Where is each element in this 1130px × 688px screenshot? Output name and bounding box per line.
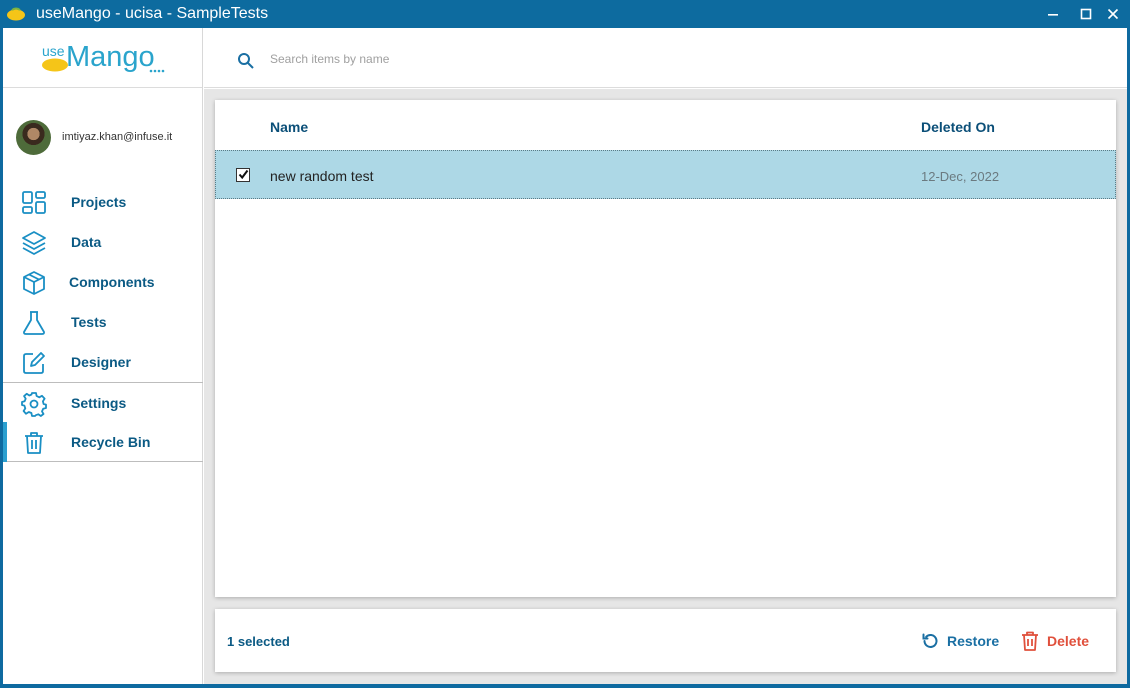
column-header-deleted-on[interactable]: Deleted On bbox=[921, 119, 995, 135]
close-icon bbox=[1107, 8, 1119, 20]
svg-text:Mango: Mango bbox=[66, 41, 155, 73]
table-row[interactable]: new random test 12-Dec, 2022 bbox=[215, 150, 1116, 199]
row-checkbox[interactable] bbox=[236, 168, 250, 182]
sidebar-item-label: Designer bbox=[71, 354, 131, 370]
minimize-button[interactable] bbox=[1036, 0, 1070, 28]
sidebar-item-projects[interactable]: Projects bbox=[3, 182, 203, 222]
search-bar bbox=[204, 28, 1127, 88]
sidebar-nav: Projects Data Components Tests Designer … bbox=[3, 182, 203, 462]
svg-text:use: use bbox=[42, 43, 65, 59]
user-profile[interactable]: imtiyaz.khan@infuse.it bbox=[3, 120, 203, 156]
search-icon bbox=[238, 53, 254, 69]
sidebar-item-data[interactable]: Data bbox=[3, 222, 203, 262]
sidebar-item-settings[interactable]: Settings bbox=[3, 382, 203, 422]
row-deleted-on: 12-Dec, 2022 bbox=[921, 169, 1000, 184]
sidebar-item-recycle-bin[interactable]: Recycle Bin bbox=[3, 422, 203, 462]
gear-icon bbox=[21, 392, 47, 417]
cube-icon bbox=[23, 271, 45, 295]
window-bottom-edge bbox=[0, 684, 1130, 688]
restore-button[interactable]: Restore bbox=[921, 628, 999, 654]
sidebar: use Mango imtiyaz.khan@infuse.it Project… bbox=[3, 28, 203, 684]
column-header-name[interactable]: Name bbox=[270, 119, 308, 135]
restore-icon bbox=[922, 633, 938, 648]
avatar bbox=[16, 120, 51, 155]
sidebar-item-tests[interactable]: Tests bbox=[3, 302, 203, 342]
selected-count: 1 selected bbox=[227, 634, 290, 649]
sidebar-item-label: Components bbox=[69, 274, 155, 290]
checkmark-icon bbox=[238, 169, 249, 180]
main-content: Name Deleted On new random test 12-Dec, … bbox=[204, 89, 1127, 684]
delete-button[interactable]: Delete bbox=[1021, 628, 1089, 654]
mango-app-icon bbox=[7, 7, 25, 21]
close-button[interactable] bbox=[1096, 0, 1130, 28]
edit-icon bbox=[23, 352, 45, 374]
layers-icon bbox=[22, 231, 46, 255]
sidebar-item-label: Recycle Bin bbox=[71, 434, 151, 450]
recycle-bin-table: Name Deleted On new random test 12-Dec, … bbox=[215, 100, 1116, 597]
table-header: Name Deleted On bbox=[215, 100, 1116, 150]
window-title: useMango - ucisa - SampleTests bbox=[36, 5, 269, 22]
window-title-bar: useMango - ucisa - SampleTests bbox=[0, 0, 1130, 28]
trash-icon bbox=[25, 432, 43, 454]
sidebar-item-label: Tests bbox=[71, 314, 107, 330]
sidebar-item-label: Projects bbox=[71, 194, 127, 210]
usemango-logo: use Mango bbox=[42, 41, 165, 73]
search-input[interactable] bbox=[270, 49, 770, 69]
sidebar-item-designer[interactable]: Designer bbox=[3, 342, 203, 382]
sidebar-item-label: Settings bbox=[71, 395, 127, 411]
action-footer: 1 selected Restore Delete bbox=[215, 609, 1116, 672]
restore-label: Restore bbox=[947, 633, 1000, 649]
logo-area: use Mango bbox=[3, 28, 202, 88]
grid-icon bbox=[22, 191, 46, 214]
sidebar-item-components[interactable]: Components bbox=[3, 262, 203, 302]
maximize-icon bbox=[1080, 8, 1092, 20]
flask-icon bbox=[23, 311, 45, 335]
sidebar-item-label: Data bbox=[71, 234, 102, 250]
app-window: use Mango imtiyaz.khan@infuse.it Project… bbox=[3, 28, 1127, 684]
user-email: imtiyaz.khan@infuse.it bbox=[62, 131, 173, 143]
delete-label: Delete bbox=[1047, 633, 1090, 649]
minimize-icon bbox=[1048, 14, 1058, 16]
row-name: new random test bbox=[270, 168, 374, 184]
trash-icon bbox=[1022, 631, 1038, 651]
